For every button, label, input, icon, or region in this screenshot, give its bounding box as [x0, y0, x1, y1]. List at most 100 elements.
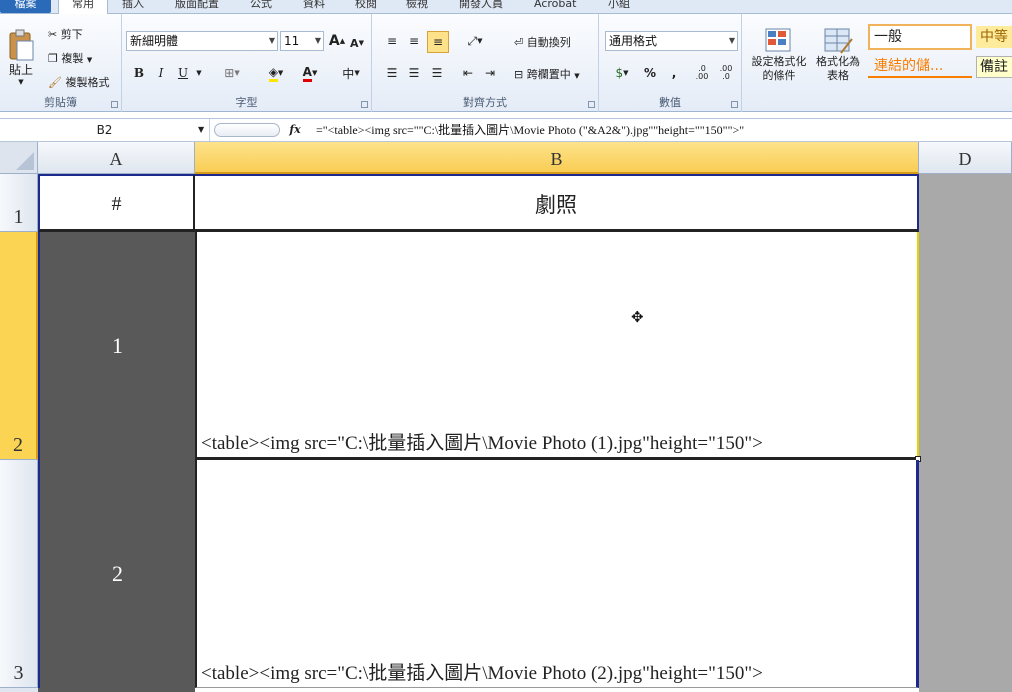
styles-group: 設定格式化 的條件 格式化為 表格 一般 中等 連結的儲... 備註 [742, 14, 1012, 112]
conditional-format-icon [765, 28, 791, 52]
fill-bucket-icon: ◈ [268, 65, 278, 82]
name-box[interactable]: B2 [0, 119, 210, 141]
tab-formulas[interactable]: 公式 [250, 0, 272, 13]
accounting-format-button[interactable]: $ ▼ [607, 63, 637, 83]
tab-file[interactable]: 檔案 [0, 0, 51, 13]
row-header-3[interactable]: 3 [0, 460, 38, 688]
conditional-format-label-1: 設定格式化 [751, 55, 807, 68]
font-size-value: 11 [284, 34, 300, 48]
formula-input[interactable]: ="<table><img src=""C:\批量插入圖片\Movie Phot… [316, 119, 744, 141]
tab-review[interactable]: 校閱 [355, 0, 377, 13]
wrap-text-icon: ⏎ [514, 36, 524, 49]
grow-font-button[interactable]: A ▲ [328, 31, 346, 51]
tab-layout[interactable]: 版面配置 [175, 0, 219, 13]
column-header-a[interactable]: A [38, 142, 195, 174]
merge-center-button[interactable]: ⊟ 跨欄置中 ▼ [514, 66, 580, 82]
font-color-button[interactable]: A ▼ [296, 63, 324, 83]
clipboard-group-label: 剪貼簿 [44, 96, 77, 109]
bold-button[interactable]: B [130, 63, 148, 83]
cut-label: 剪下 [60, 28, 83, 41]
paste-button[interactable]: 貼上 ▼ [4, 22, 38, 92]
row-header-4[interactable] [0, 688, 38, 692]
font-size-select[interactable]: 11 ▼ [280, 31, 324, 51]
number-format-value: 通用格式 [609, 34, 658, 48]
format-painter-label: 複製格式 [65, 76, 110, 89]
tab-group[interactable]: 小組 [608, 0, 630, 13]
cell-b2-active[interactable]: <table><img src="C:\批量插入圖片\Movie Photo (… [195, 232, 919, 460]
row-header-1[interactable]: 1 [0, 174, 38, 232]
conditional-format-button[interactable]: 設定格式化 的條件 [748, 18, 810, 92]
underline-dropdown[interactable]: ▼ [194, 63, 204, 83]
align-right-button[interactable]: ☰ [427, 63, 447, 83]
border-icon: ⊞ [224, 66, 235, 80]
scissors-icon: ✂ [48, 28, 58, 41]
cut-button[interactable]: ✂ 剪下 [48, 26, 83, 42]
chevron-down-icon: ▼ [314, 36, 321, 45]
copy-label: 複製 [61, 52, 84, 65]
cell-b3[interactable]: <table><img src="C:\批量插入圖片\Movie Photo (… [195, 460, 919, 688]
cell-a4[interactable] [38, 688, 195, 692]
orientation-button[interactable]: ⤢ ▼ [460, 31, 490, 51]
cell-b4[interactable] [195, 688, 919, 692]
wrap-text-button[interactable]: ⏎ 自動換列 [514, 34, 571, 50]
chevron-down-icon[interactable]: ▼ [198, 119, 204, 141]
percent-button[interactable]: % [641, 63, 659, 83]
font-launcher-icon[interactable] [361, 101, 368, 108]
style-normal[interactable]: 一般 [868, 24, 972, 50]
tab-home[interactable]: 常用 [58, 0, 108, 15]
style-note[interactable]: 備註 [976, 56, 1012, 78]
row-header-2[interactable]: 2 [0, 232, 38, 460]
column-header-b[interactable]: B [195, 142, 919, 174]
border-button[interactable]: ⊞ ▼ [220, 63, 244, 83]
align-top-button[interactable]: ≡ [382, 31, 402, 51]
shrink-font-button[interactable]: A ▼ [348, 33, 366, 53]
alignment-launcher-icon[interactable] [588, 101, 595, 108]
increase-indent-icon: ⇥ [484, 66, 496, 80]
increase-decimal-button[interactable]: .0 .00 [691, 63, 713, 83]
clipboard-launcher-icon[interactable] [111, 101, 118, 108]
select-all-button[interactable] [0, 142, 38, 174]
format-painter-button[interactable]: 🖌 複製格式 [48, 74, 109, 90]
cell-a1[interactable]: # [38, 174, 195, 232]
column-header-d[interactable]: D [919, 142, 1012, 174]
alignment-group: ≡ ≡ ≡ ⤢ ▼ ☰ ☰ ☰ ⇤ ⇥ ⏎ 自動換列 ⊟ 跨欄置中 ▼ 對齊方式 [372, 14, 599, 112]
insert-function-button[interactable]: fx [284, 119, 306, 141]
number-launcher-icon[interactable] [731, 101, 738, 108]
cell-a2[interactable]: 1 [38, 232, 195, 460]
align-left-button[interactable]: ☰ [382, 63, 402, 83]
format-as-table-button[interactable]: 格式化為 表格 [812, 18, 864, 92]
align-bottom-button[interactable]: ≡ [427, 31, 449, 53]
decrease-decimal-button[interactable]: .00 .0 [715, 63, 737, 83]
table-format-label-2: 表格 [827, 69, 849, 82]
conditional-format-label-2: 的條件 [762, 69, 796, 82]
tab-insert[interactable]: 插入 [122, 0, 144, 13]
align-middle-button[interactable]: ≡ [404, 31, 424, 51]
tab-developer[interactable]: 開發人員 [459, 0, 503, 13]
brush-icon: 🖌 [48, 76, 62, 89]
cell-a3[interactable]: 2 [38, 460, 195, 688]
align-center-button[interactable]: ☰ [404, 63, 424, 83]
align-top-icon: ≡ [386, 34, 398, 48]
tab-view[interactable]: 檢視 [406, 0, 428, 13]
tab-data[interactable]: 資料 [303, 0, 325, 13]
fill-color-button[interactable]: ◈ ▼ [262, 63, 290, 83]
name-box-resize-handle[interactable] [214, 123, 280, 137]
number-format-select[interactable]: 通用格式 ▼ [605, 31, 738, 51]
increase-indent-button[interactable]: ⇥ [480, 63, 500, 83]
comma-button[interactable]: , [665, 63, 683, 83]
phonetic-button[interactable]: 中 ▼ [336, 63, 366, 83]
style-linked-cell[interactable]: 連結的儲... [868, 56, 972, 78]
table-format-icon [824, 28, 853, 54]
orientation-icon: ⤢ [467, 33, 478, 48]
style-neutral[interactable]: 中等 [976, 26, 1012, 48]
cell-b1[interactable]: 劇照 [195, 174, 919, 232]
decrease-indent-button[interactable]: ⇤ [458, 63, 478, 83]
italic-button[interactable]: I [152, 63, 170, 83]
font-name-select[interactable]: 新細明體 ▼ [126, 31, 278, 51]
copy-button[interactable]: ❐ 複製 ▼ [48, 50, 92, 66]
underline-button[interactable]: U [174, 63, 192, 83]
clipboard-group: 貼上 ▼ ✂ 剪下 ❐ 複製 ▼ 🖌 複製格式 剪貼簿 [0, 14, 122, 112]
ribbon: 貼上 ▼ ✂ 剪下 ❐ 複製 ▼ 🖌 複製格式 剪貼簿 新細明體 ▼ 11 ▼ A ▲… [0, 14, 1012, 112]
tab-acrobat[interactable]: Acrobat [534, 0, 576, 13]
cell-b3-text: <table><img src="C:\批量插入圖片\Movie Photo (… [201, 663, 763, 684]
